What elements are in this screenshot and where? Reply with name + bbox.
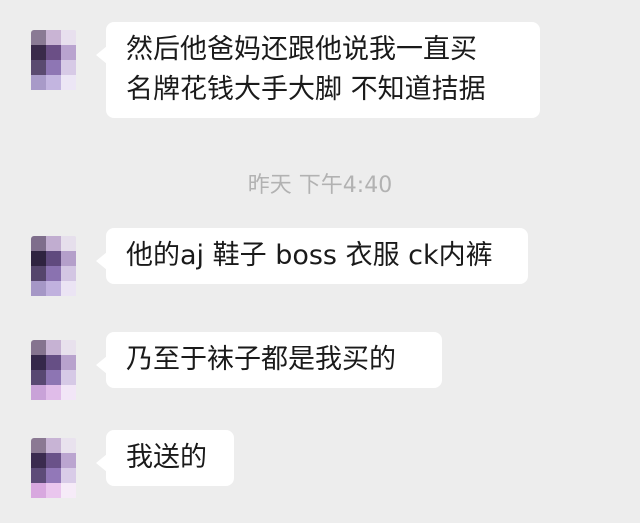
- contact-avatar[interactable]: [31, 340, 77, 406]
- message-bubble[interactable]: 然后他爸妈还跟他说我一直买 名牌花钱大手大脚 不知道拮据: [96, 22, 540, 118]
- message-text-line: 名牌花钱大手大脚 不知道拮据: [126, 74, 486, 105]
- chat-conversation: 然后他爸妈还跟他说我一直买 名牌花钱大手大脚 不知道拮据 昨天 下午4:40 他…: [0, 0, 640, 523]
- message-text-line: 我送的: [126, 442, 207, 473]
- contact-avatar[interactable]: [31, 30, 77, 96]
- contact-avatar[interactable]: [31, 438, 77, 504]
- message-bubble[interactable]: 我送的: [96, 430, 234, 486]
- message-text-line: 然后他爸妈还跟他说我一直买: [126, 34, 477, 65]
- message-bubble[interactable]: 乃至于袜子都是我买的: [96, 332, 442, 388]
- message-text-line: 他的aj 鞋子 boss 衣服 ck内裤: [126, 240, 493, 271]
- contact-avatar[interactable]: [31, 236, 77, 302]
- message-text-line: 乃至于袜子都是我买的: [126, 344, 396, 375]
- message-bubble[interactable]: 他的aj 鞋子 boss 衣服 ck内裤: [96, 228, 528, 284]
- chat-timestamp: 昨天 下午4:40: [247, 173, 393, 198]
